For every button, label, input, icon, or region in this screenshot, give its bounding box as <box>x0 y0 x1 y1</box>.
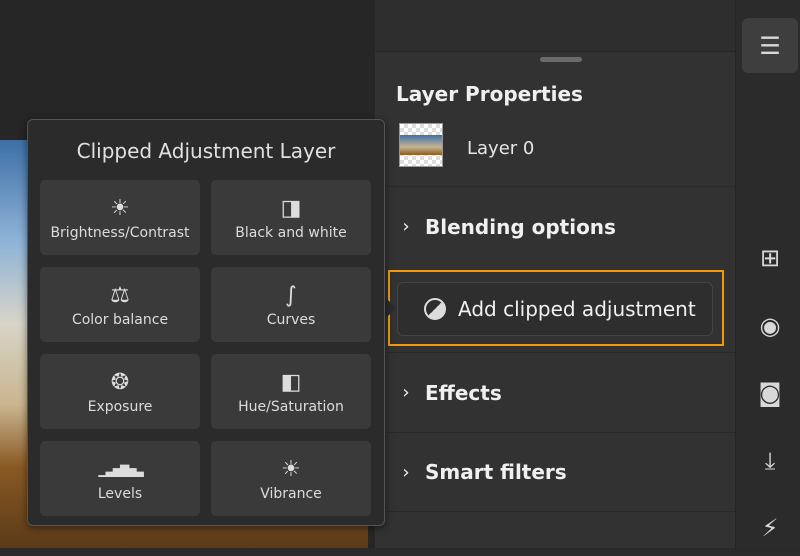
chevron-right-icon: › <box>402 216 410 237</box>
chevron-right-icon: › <box>402 382 410 403</box>
section-effects[interactable]: › Effects <box>387 352 735 432</box>
aperture-icon: ❂ <box>110 369 130 395</box>
half-circle-icon <box>424 298 446 320</box>
adjustment-label: Hue/Saturation <box>238 398 344 415</box>
add-clipped-adjustment-button[interactable]: Add clipped adjustment <box>397 282 713 336</box>
adjustment-label: Curves <box>266 311 316 328</box>
clipped-adjustment-popover: Clipped Adjustment Layer ☀ Brightness/Con… <box>27 119 385 526</box>
add-layer-icon[interactable]: ⊞ <box>742 230 798 286</box>
adjustment-label: Vibrance <box>260 485 322 502</box>
section-blending-options[interactable]: › Blending options <box>387 186 735 266</box>
adjustment-black-and-white[interactable]: ◨ Black and white <box>211 180 371 255</box>
mask-icon[interactable]: ◙ <box>742 365 798 421</box>
popover-arrow <box>384 296 396 320</box>
black-white-icon: ◨ <box>280 195 302 221</box>
popover-title: Clipped Adjustment Layer <box>76 139 336 163</box>
adjustment-hue-saturation[interactable]: ◧ Hue/Saturation <box>211 354 371 429</box>
chevron-right-icon: › <box>402 461 410 483</box>
layer-name: Layer 0 <box>467 138 535 159</box>
adjustment-color-balance[interactable]: ⚖ Color balance <box>40 267 200 342</box>
adjustment-label: Levels <box>97 485 143 502</box>
panel-title: Layer Properties <box>396 82 583 106</box>
adjustment-exposure[interactable]: ❂ Exposure <box>40 354 200 429</box>
brightness-icon: ☀ <box>110 195 130 221</box>
adjustments-icon[interactable]: ☰ <box>742 18 798 73</box>
adjustment-curves[interactable]: ∫ Curves <box>211 267 371 342</box>
adjustment-label: Exposure <box>87 398 153 415</box>
scale-icon: ⚖ <box>110 282 130 308</box>
drag-handle[interactable] <box>540 57 582 62</box>
visibility-icon[interactable]: ◉ <box>742 298 798 354</box>
adjustment-vibrance[interactable]: ☀ Vibrance <box>211 441 371 516</box>
vibrance-icon: ☀ <box>281 456 301 482</box>
adjustment-label: Brightness/Contrast <box>50 224 190 241</box>
layer-properties-panel: Layer Properties Layer 0 › Blending optio… <box>375 0 735 548</box>
adjustment-brightness-contrast[interactable]: ☀ Brightness/Contrast <box>40 180 200 255</box>
layer-thumbnail <box>399 123 443 167</box>
merge-down-icon[interactable]: ⤓ <box>742 433 798 489</box>
adjustment-label: Black and white <box>235 224 347 241</box>
levels-icon: ▁▃▅▇▅▃ <box>98 462 143 477</box>
adjustment-label: Color balance <box>71 311 169 328</box>
hue-saturation-icon: ◧ <box>280 369 302 395</box>
section-smart-filters[interactable]: › Smart filters <box>387 432 735 512</box>
right-toolbar: ☰ ⊞ ◉ ◙ ⤓ ⚡ <box>735 0 800 548</box>
adjustment-levels[interactable]: ▁▃▅▇▅▃ Levels <box>40 441 200 516</box>
curves-icon: ∫ <box>285 282 297 308</box>
